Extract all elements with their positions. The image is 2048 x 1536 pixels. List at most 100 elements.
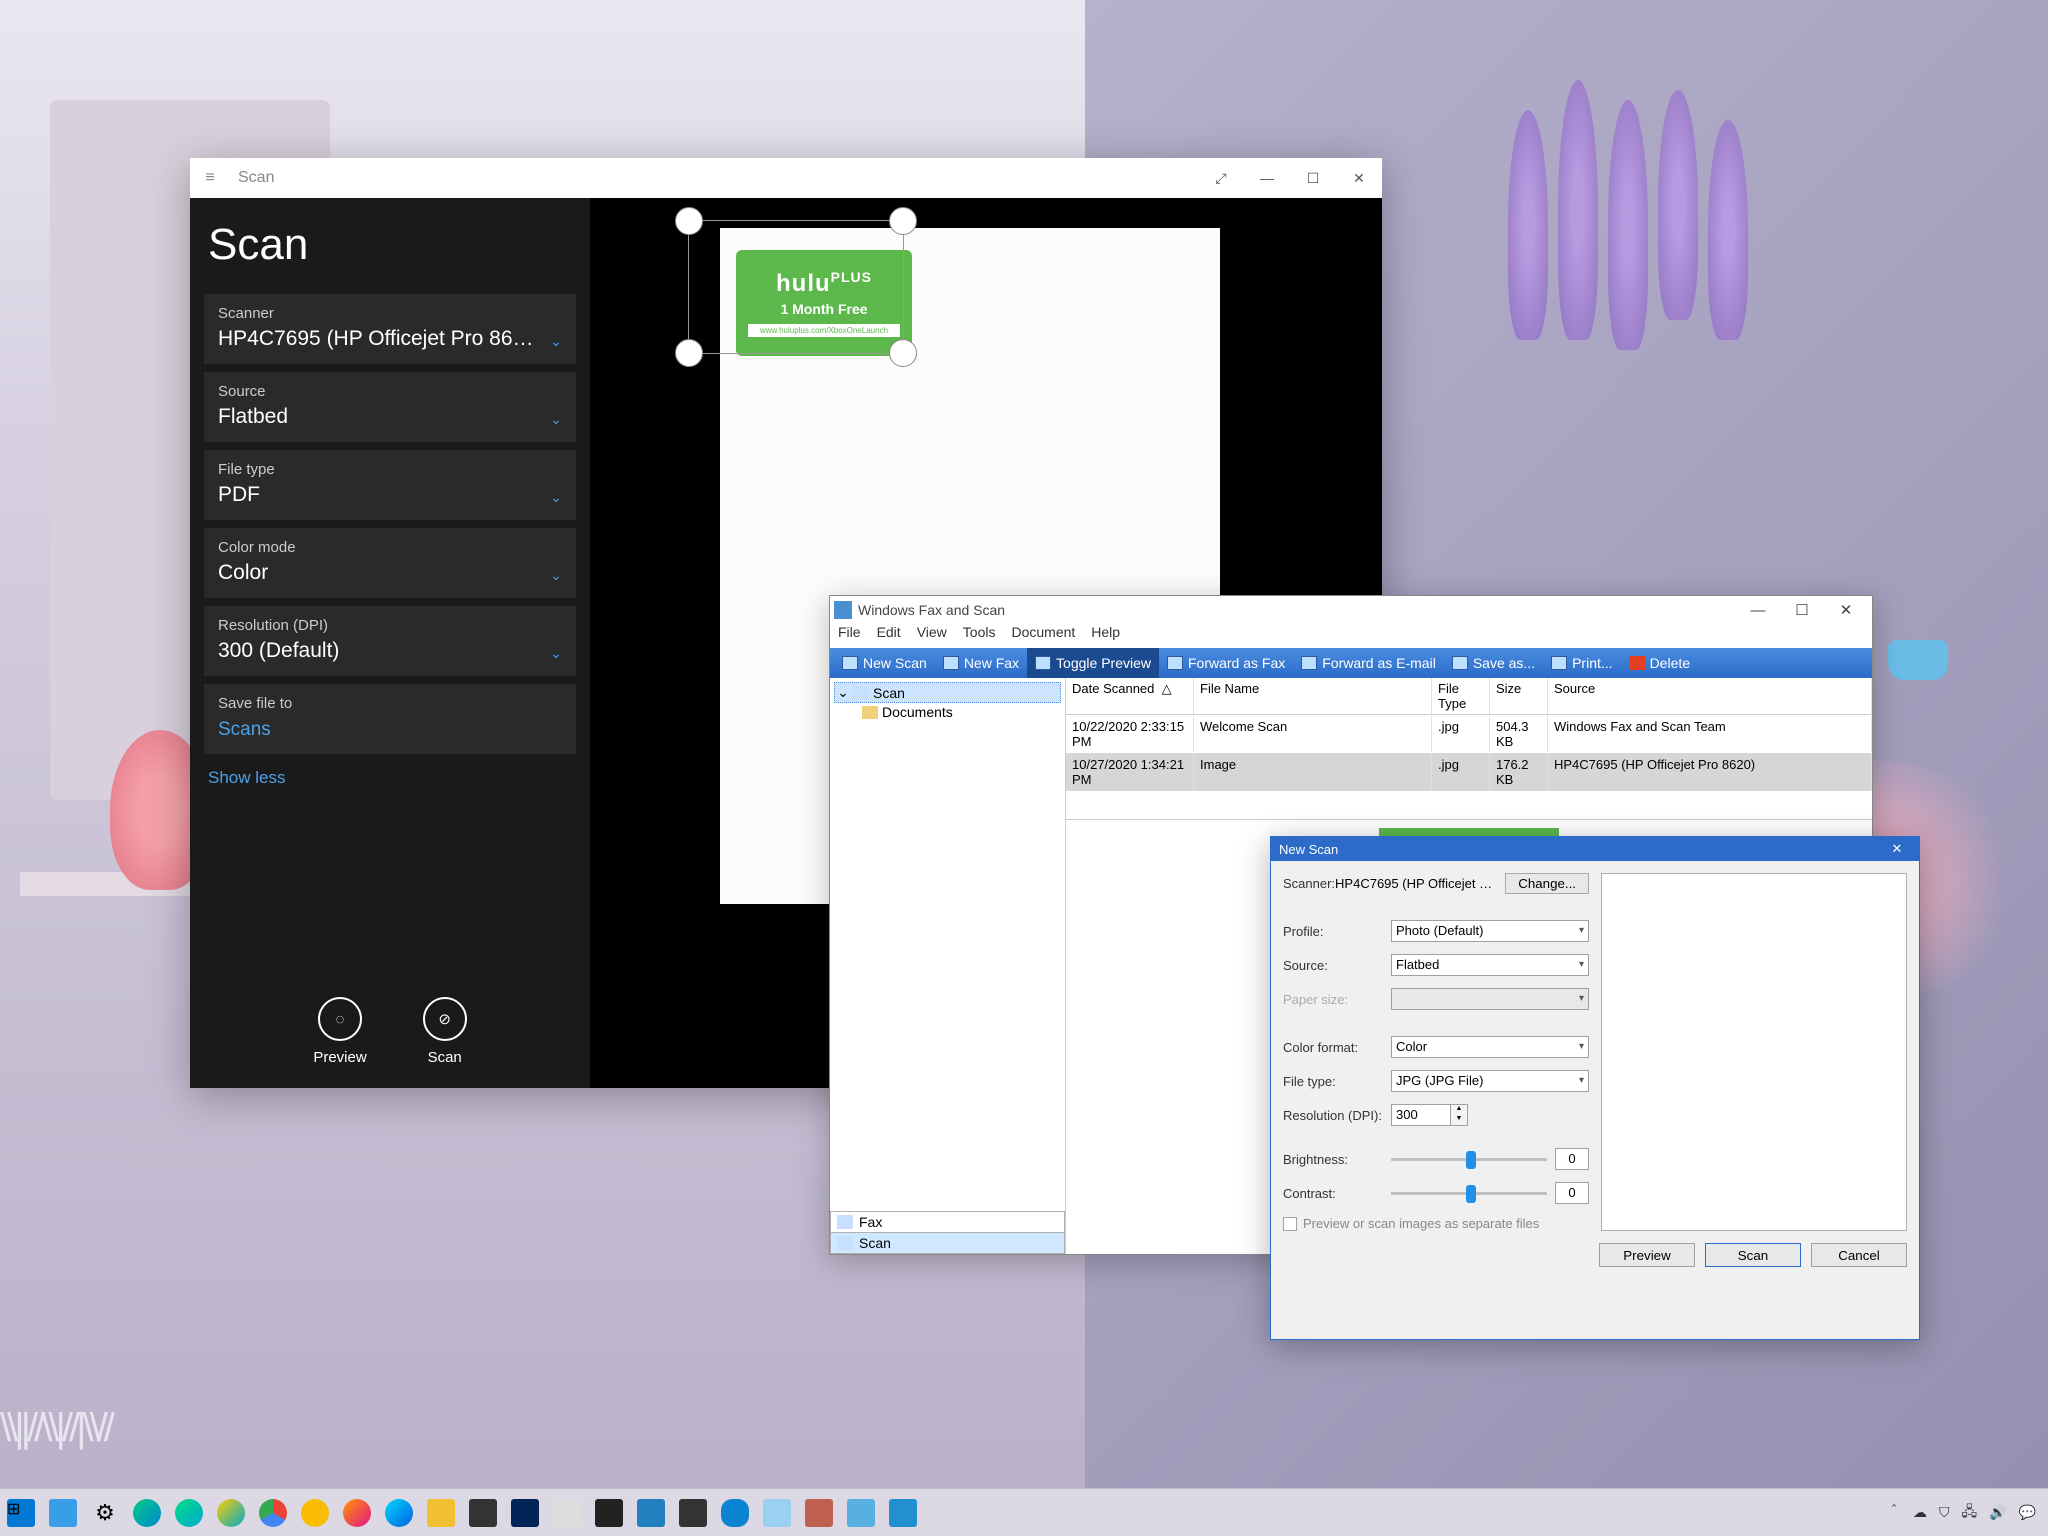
new-fax-button[interactable]: New Fax [935, 648, 1027, 678]
tree-scan-folder[interactable]: ⌄ Scan [834, 682, 1061, 703]
saveto-field[interactable]: Save file to Scans [204, 684, 576, 754]
delete-button[interactable]: Delete [1621, 648, 1698, 678]
close-button[interactable]: ✕ [1824, 601, 1868, 619]
toggle-preview-button[interactable]: Toggle Preview [1027, 648, 1159, 678]
scan-button[interactable]: Scan [1705, 1243, 1801, 1267]
menu-view[interactable]: View [917, 624, 947, 648]
cmd-icon[interactable] [589, 1493, 629, 1533]
edge-icon[interactable] [127, 1493, 167, 1533]
crop-handle-tr[interactable] [889, 207, 917, 235]
forward-email-button[interactable]: Forward as E-mail [1293, 648, 1444, 678]
contrast-slider[interactable] [1391, 1183, 1547, 1203]
task-view-icon[interactable] [547, 1493, 587, 1533]
minimize-button[interactable]: — [1244, 158, 1290, 198]
menu-file[interactable]: File [838, 624, 861, 648]
close-button[interactable]: ✕ [1883, 841, 1911, 857]
resolution-dropdown[interactable]: Resolution (DPI) 300 (Default) ⌄ [204, 606, 576, 676]
maximize-button[interactable]: ☐ [1780, 601, 1824, 619]
action-center-icon[interactable]: 💬 [2019, 1504, 2036, 1521]
crop-handle-br[interactable] [889, 339, 917, 367]
system-tray[interactable]: ＾ ☁ ⛉ 🖧 🔊 💬 [1887, 1501, 2048, 1525]
wfs-titlebar[interactable]: Windows Fax and Scan — ☐ ✕ [830, 596, 1872, 624]
scan-row[interactable]: 10/22/2020 2:33:15 PM Welcome Scan .jpg … [1066, 715, 1872, 753]
tree-collapse-icon[interactable]: ⌄ [837, 684, 849, 701]
powershell-icon[interactable] [505, 1493, 545, 1533]
chrome-icon[interactable] [253, 1493, 293, 1533]
dialog-titlebar[interactable]: New Scan ✕ [1271, 837, 1919, 861]
profile-select[interactable]: Photo (Default)▾ [1391, 920, 1589, 942]
preview-button[interactable]: ◌ Preview [313, 997, 366, 1066]
menu-tools[interactable]: Tools [963, 624, 996, 648]
change-scanner-button[interactable]: Change... [1505, 873, 1589, 894]
menu-edit[interactable]: Edit [877, 624, 901, 648]
source-select[interactable]: Flatbed▾ [1391, 954, 1589, 976]
store-icon[interactable] [463, 1493, 503, 1533]
show-less-link[interactable]: Show less [208, 768, 572, 788]
explorer-icon[interactable] [421, 1493, 461, 1533]
settings-icon[interactable]: ⚙ [85, 1493, 125, 1533]
firefox-dev-icon[interactable] [379, 1493, 419, 1533]
preview-icon: ◌ [318, 997, 362, 1041]
app-icon[interactable] [883, 1493, 923, 1533]
forward-fax-button[interactable]: Forward as Fax [1159, 648, 1293, 678]
resolution-input[interactable]: 300 [1391, 1104, 1451, 1126]
edge-dev-icon[interactable] [169, 1493, 209, 1533]
resolution-stepper[interactable]: ▲▼ [1450, 1104, 1468, 1126]
scanner-dropdown[interactable]: Scanner HP4C7695 (HP Officejet Pro 8620 … [204, 294, 576, 364]
save-as-button[interactable]: Save as... [1444, 648, 1543, 678]
hamburger-icon[interactable]: ≡ [190, 169, 230, 187]
chevron-down-icon: ▾ [1579, 1075, 1584, 1086]
expand-icon[interactable]: ⤢ [1198, 158, 1244, 198]
minimize-button[interactable]: — [1736, 602, 1780, 619]
start-button[interactable]: ⊞ [1, 1493, 41, 1533]
app-icon[interactable] [799, 1493, 839, 1533]
firefox-icon[interactable] [337, 1493, 377, 1533]
source-dropdown[interactable]: Source Flatbed ⌄ [204, 372, 576, 442]
col-source[interactable]: Source [1548, 678, 1872, 714]
chrome-canary-icon[interactable] [295, 1493, 335, 1533]
maximize-button[interactable]: ☐ [1290, 158, 1336, 198]
photos-icon[interactable] [631, 1493, 671, 1533]
tree-documents-folder[interactable]: Documents [834, 703, 1061, 721]
brightness-slider[interactable] [1391, 1149, 1547, 1169]
network-tray-icon[interactable]: 🖧 [1962, 1501, 1978, 1525]
separate-files-checkbox[interactable]: Preview or scan images as separate files [1283, 1216, 1589, 1231]
col-size[interactable]: Size [1490, 678, 1548, 714]
brightness-value[interactable]: 0 [1555, 1148, 1589, 1170]
filetype-dropdown[interactable]: File type PDF ⌄ [204, 450, 576, 520]
preview-button[interactable]: Preview [1599, 1243, 1695, 1267]
new-scan-button[interactable]: New Scan [834, 648, 935, 678]
volume-tray-icon[interactable]: 🔊 [1989, 1504, 2006, 1521]
security-tray-icon[interactable]: ⛉ [1939, 1504, 1950, 1521]
crop-selection[interactable] [688, 220, 904, 354]
colorformat-select[interactable]: Color▾ [1391, 1036, 1589, 1058]
col-type[interactable]: File Type [1432, 678, 1490, 714]
fax-tab[interactable]: Fax [830, 1211, 1065, 1233]
app-icon[interactable] [841, 1493, 881, 1533]
chevron-down-icon: ▾ [1579, 1041, 1584, 1052]
terminal-icon[interactable] [673, 1493, 713, 1533]
scan-row[interactable]: 10/27/2020 1:34:21 PM Image .jpg 176.2 K… [1066, 753, 1872, 791]
close-button[interactable]: ✕ [1336, 158, 1382, 198]
print-button[interactable]: Print... [1543, 648, 1620, 678]
menu-document[interactable]: Document [1011, 624, 1075, 648]
col-file[interactable]: File Name [1194, 678, 1432, 714]
taskbar[interactable]: ⊞ ⚙ ＾ ☁ ⛉ 🖧 🔊 💬 [0, 1488, 2048, 1536]
scan-button[interactable]: ⊘ Scan [423, 997, 467, 1066]
scan-tab[interactable]: Scan [830, 1232, 1065, 1254]
scan-app-titlebar[interactable]: ≡ Scan ⤢ — ☐ ✕ [190, 158, 1382, 198]
crop-handle-bl[interactable] [675, 339, 703, 367]
onedrive-icon[interactable] [715, 1493, 755, 1533]
menu-help[interactable]: Help [1091, 624, 1120, 648]
search-button[interactable] [43, 1493, 83, 1533]
filetype-select[interactable]: JPG (JPG File)▾ [1391, 1070, 1589, 1092]
crop-handle-tl[interactable] [675, 207, 703, 235]
tray-chevron-icon[interactable]: ＾ [1887, 1503, 1901, 1523]
onedrive-tray-icon[interactable]: ☁ [1913, 1504, 1927, 1521]
contrast-value[interactable]: 0 [1555, 1182, 1589, 1204]
app-icon[interactable] [757, 1493, 797, 1533]
col-date[interactable]: Date Scanned △ [1066, 678, 1194, 714]
colormode-dropdown[interactable]: Color mode Color ⌄ [204, 528, 576, 598]
edge-canary-icon[interactable] [211, 1493, 251, 1533]
cancel-button[interactable]: Cancel [1811, 1243, 1907, 1267]
